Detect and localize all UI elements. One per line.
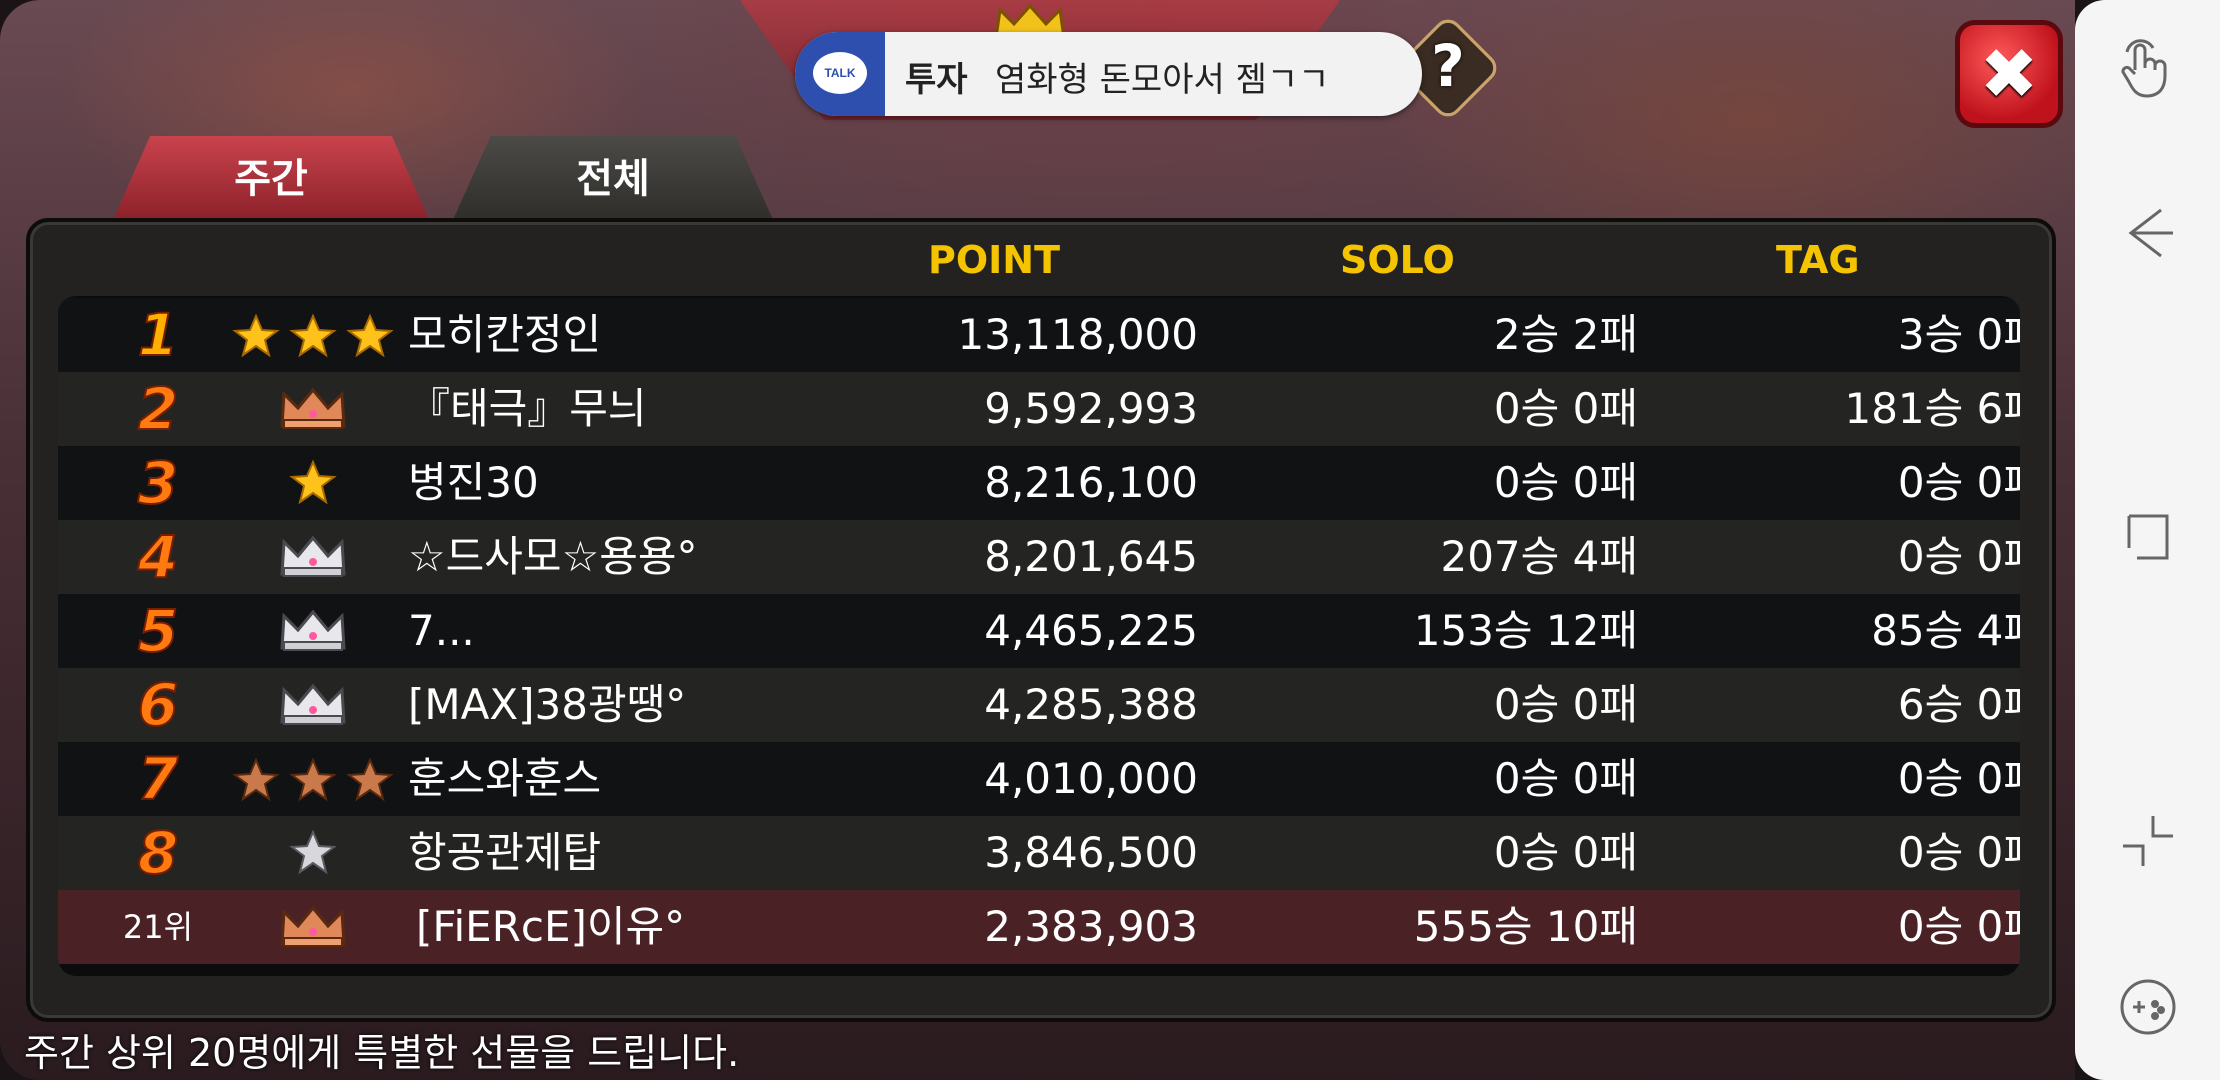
tag-record: 181승 6패: [1844, 384, 2020, 433]
player-name: ☆드사모☆용용°: [408, 532, 698, 581]
solo-record: 555승 10패: [1413, 902, 1638, 951]
point-value: 8,216,100: [984, 458, 1198, 507]
player-name: 『태극』무늬: [408, 384, 647, 433]
bronze-crown-icon: [228, 890, 398, 964]
close-icon: ✖: [1979, 33, 2039, 115]
gold-star-icon: [228, 446, 398, 520]
ranking-row-7[interactable]: 7 훈스와훈스 4,010,000 0승 0패 0승 0패: [58, 742, 2020, 816]
android-nav-bar: [2075, 0, 2220, 1080]
point-value: 3,846,500: [984, 828, 1198, 877]
back-icon[interactable]: [2103, 188, 2193, 278]
tab-all[interactable]: 전체: [452, 136, 774, 222]
talk-bubble: TALK: [813, 52, 867, 94]
my-rank: 21위: [122, 908, 194, 946]
weekly-reward-notice: 주간 상위 20명에게 특별한 선물을 드립니다.: [24, 1031, 740, 1075]
my-ranking-row[interactable]: 21위 [FiERcE]이유° 2,383,903 555승 10패 0승 0패: [58, 890, 2020, 964]
player-name: 병진30: [408, 458, 539, 507]
tag-record: 0승 0패: [1897, 902, 2020, 951]
ranking-row-1[interactable]: 1 모히칸정인 13,118,000 2승 2패 3승 0패: [58, 298, 2020, 372]
tab-weekly[interactable]: 주간: [112, 136, 430, 222]
ranking-row-5[interactable]: 5 7... 4,465,225 153승 12패 85승 4패: [58, 594, 2020, 668]
three-bronze-stars-icon: [228, 742, 398, 816]
rank-number: 6: [137, 670, 179, 740]
tag-record: 0승 0패: [1897, 828, 2020, 877]
player-name: 훈스와훈스: [408, 754, 602, 803]
notification-sender: 투자: [905, 60, 968, 100]
tag-record: 0승 0패: [1897, 754, 2020, 803]
ranking-row-4[interactable]: 4 ☆드사모☆용용° 8,201,645 207승 4패 0승 0패: [58, 520, 2020, 594]
ranking-row-6[interactable]: 6 [MAX]38광땡° 4,285,388 0승 0패 6승 0패: [58, 668, 2020, 742]
tab-weekly-label: 주간: [234, 156, 308, 202]
silver-crown-icon: [228, 594, 398, 668]
three-gold-stars-icon: [228, 298, 398, 372]
point-value: 9,592,993: [984, 384, 1198, 433]
player-name: 모히칸정인: [408, 310, 602, 359]
home-icon[interactable]: [2103, 796, 2193, 886]
close-button[interactable]: ✖: [1955, 20, 2063, 128]
point-value: 4,285,388: [984, 680, 1198, 729]
rank-number: 8: [137, 818, 179, 888]
tag-record: 3승 0패: [1897, 310, 2020, 359]
solo-record: 207승 4패: [1440, 532, 1638, 581]
game-tools-icon[interactable]: [2103, 962, 2193, 1052]
game-screen: 주간 전체 POINT SOLO TAG 1 모히칸정인 13,118,000 …: [0, 0, 2075, 1080]
solo-record: 0승 0패: [1493, 384, 1638, 433]
notification-message: 염화형 돈모아서 젬ㄱㄱ: [995, 60, 1330, 100]
recent-apps-icon[interactable]: [2103, 492, 2193, 582]
bronze-crown-icon: [228, 372, 398, 446]
tag-record: 6승 0패: [1897, 680, 2020, 729]
kakaotalk-notification[interactable]: TALK 투자 염화형 돈모아서 젬ㄱㄱ: [795, 32, 1422, 116]
player-name: [FiERcE]이유°: [416, 902, 686, 951]
rank-number: 2: [137, 374, 179, 444]
column-header-tag: TAG: [1776, 238, 1860, 282]
ranking-row-3[interactable]: 3 병진30 8,216,100 0승 0패 0승 0패: [58, 446, 2020, 520]
point-value: 8,201,645: [984, 532, 1198, 581]
point-value: 4,010,000: [984, 754, 1198, 803]
rank-number: 3: [137, 448, 179, 518]
silver-crown-icon: [228, 520, 398, 594]
point-value: 13,118,000: [957, 310, 1198, 359]
silver-star-icon: [228, 816, 398, 890]
solo-record: 0승 0패: [1493, 828, 1638, 877]
touch-lock-icon[interactable]: [2103, 26, 2193, 116]
column-header-point: POINT: [928, 238, 1061, 282]
ranking-row-8[interactable]: 8 항공관제탑 3,846,500 0승 0패 0승 0패: [58, 816, 2020, 890]
solo-record: 0승 0패: [1493, 458, 1638, 507]
tag-record: 85승 4패: [1871, 606, 2020, 655]
tag-record: 0승 0패: [1897, 458, 2020, 507]
ranking-list[interactable]: 1 모히칸정인 13,118,000 2승 2패 3승 0패 2: [58, 296, 2020, 976]
solo-record: 0승 0패: [1493, 754, 1638, 803]
player-name: 7...: [408, 606, 475, 655]
rank-number: 5: [137, 596, 179, 666]
player-name: [MAX]38광땡°: [408, 680, 687, 729]
solo-record: 153승 12패: [1413, 606, 1638, 655]
rank-number: 1: [137, 300, 179, 370]
ranking-row-2[interactable]: 2 『태극』무늬 9,592,993 0승 0패 181승 6패: [58, 372, 2020, 446]
solo-record: 2승 2패: [1493, 310, 1638, 359]
solo-record: 0승 0패: [1493, 680, 1638, 729]
rank-number: 7: [137, 744, 179, 814]
rank-number: 4: [137, 522, 179, 592]
tab-all-label: 전체: [576, 156, 650, 202]
tag-record: 0승 0패: [1897, 532, 2020, 581]
column-header-solo: SOLO: [1340, 238, 1455, 282]
player-name: 항공관제탑: [408, 828, 602, 877]
point-value: 4,465,225: [984, 606, 1198, 655]
point-value: 2,383,903: [984, 902, 1198, 951]
silver-crown-icon: [228, 668, 398, 742]
kakaotalk-icon: TALK: [795, 32, 885, 116]
